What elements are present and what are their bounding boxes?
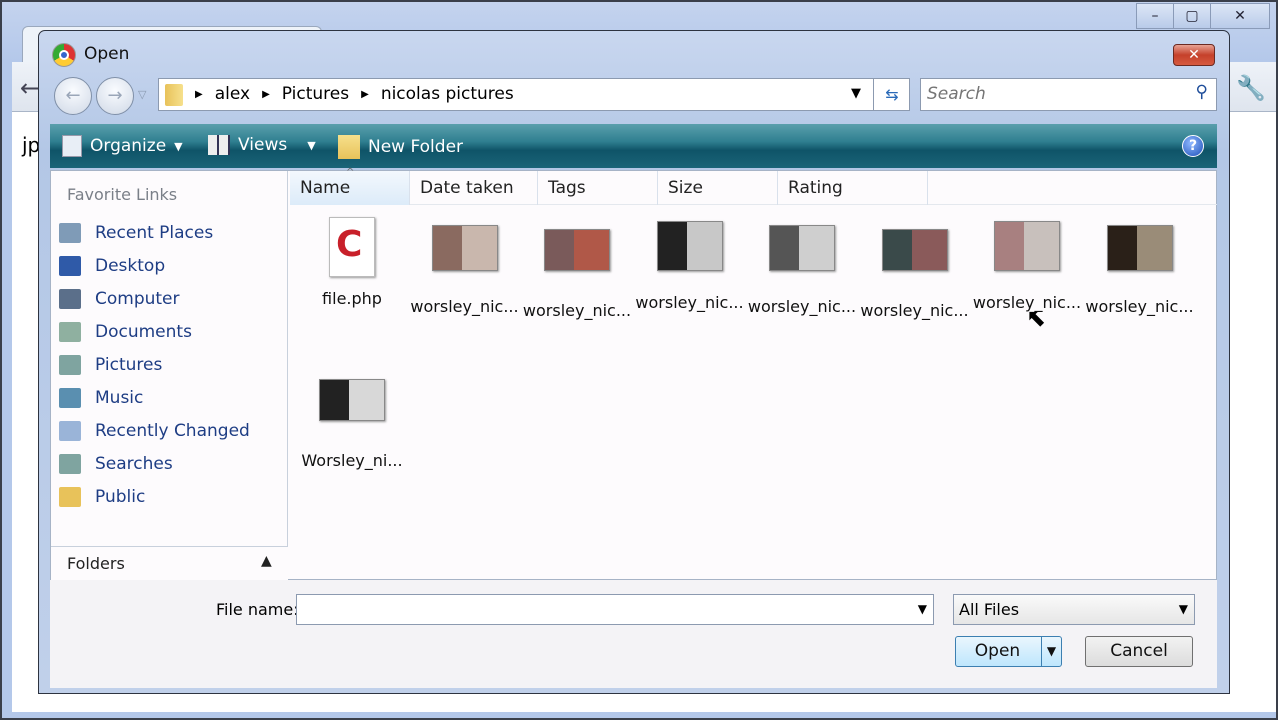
help-icon[interactable]: ? <box>1182 135 1204 157</box>
php-file-icon: C <box>329 217 375 277</box>
file-item[interactable]: worsley_nic... <box>746 217 858 316</box>
column-size[interactable]: Size <box>658 171 778 205</box>
search-box[interactable]: ⚲ <box>920 78 1217 111</box>
views-icon <box>208 135 230 155</box>
public-icon <box>59 487 81 507</box>
image-thumbnail <box>544 229 610 271</box>
cancel-button[interactable]: Cancel <box>1085 636 1193 667</box>
sidebar-item-recently-changed[interactable]: Recently Changed <box>59 416 250 446</box>
organize-icon <box>62 135 82 157</box>
forward-button[interactable]: → <box>96 77 134 115</box>
file-item[interactable]: worsley_nic... <box>971 217 1083 312</box>
open-button[interactable]: Open ▼ <box>955 636 1062 667</box>
file-name: worsley_nic... <box>522 301 632 320</box>
file-item[interactable]: Worsley_ni... <box>296 367 408 470</box>
sidebar-item-searches[interactable]: Searches <box>59 449 173 479</box>
sidebar-item-music[interactable]: Music <box>59 383 143 413</box>
search-icon[interactable]: ⚲ <box>1196 82 1208 102</box>
file-name: worsley_nic... <box>747 297 857 316</box>
file-type-select[interactable]: All Files ▼ <box>953 594 1195 625</box>
file-name: worsley_nic... <box>635 293 744 312</box>
image-thumbnail <box>881 229 948 271</box>
new-folder-icon <box>338 135 360 159</box>
image-thumbnail <box>656 221 723 271</box>
recently-changed-icon <box>59 421 81 441</box>
desktop-icon <box>59 256 81 276</box>
searches-icon <box>59 454 81 474</box>
music-icon <box>59 388 81 408</box>
content-area: Favorite Links Recent Places Desktop Compu… <box>50 167 1217 580</box>
folders-toggle[interactable]: Folders ▲ <box>51 546 288 580</box>
sidebar-item-computer[interactable]: Computer <box>59 284 180 314</box>
image-thumbnail <box>994 221 1060 271</box>
new-folder-button[interactable]: New Folder <box>338 135 463 159</box>
image-thumbnail <box>1106 225 1173 271</box>
sidebar-item-documents[interactable]: Documents <box>59 317 192 347</box>
image-thumbnail <box>319 379 385 421</box>
recent-pages-chevron-icon[interactable]: ▽ <box>138 88 146 101</box>
navigation-pane: Favorite Links Recent Places Desktop Compu… <box>51 171 288 546</box>
file-type-dropdown-icon: ▼ <box>1178 602 1188 616</box>
file-item[interactable]: worsley_nic... <box>634 217 746 312</box>
refresh-button[interactable]: ⇆ <box>873 79 910 110</box>
open-options-dropdown-icon[interactable]: ▼ <box>1041 637 1061 666</box>
command-toolbar: Organize ▼ Views ▼ New Folder ? <box>50 124 1217 168</box>
recent-places-icon <box>59 223 81 243</box>
column-tags[interactable]: Tags <box>538 171 658 205</box>
folder-icon <box>165 84 183 106</box>
mouse-cursor-icon: ⬉ <box>1026 304 1047 332</box>
column-header: Name ^ Date taken Tags Size Rating <box>290 167 1217 205</box>
dialog-title: Open <box>84 44 130 64</box>
search-input[interactable] <box>927 79 1177 108</box>
column-date-taken[interactable]: Date taken <box>410 171 538 205</box>
chevron-up-icon[interactable]: ▲ <box>261 553 272 569</box>
chrome-icon <box>52 43 76 67</box>
file-name: file.php <box>322 289 382 308</box>
file-name-label: File name: <box>216 600 299 619</box>
maximize-button[interactable]: ▢ <box>1173 3 1211 29</box>
file-name: Worsley_ni... <box>301 451 403 470</box>
computer-icon <box>59 289 81 309</box>
sidebar-item-desktop[interactable]: Desktop <box>59 251 165 281</box>
wrench-icon[interactable]: 🔧 <box>1236 74 1266 102</box>
crumb-pictures[interactable]: Pictures <box>282 84 349 104</box>
address-bar[interactable]: ▶ alex ▶ Pictures ▶ nicolas pictures ▼ ⇆ <box>158 78 910 111</box>
sort-ascending-icon: ^ <box>346 167 355 178</box>
views-button[interactable]: Views ▼ <box>208 135 316 155</box>
organize-button[interactable]: Organize ▼ <box>62 135 183 157</box>
favorite-links-heading: Favorite Links <box>67 185 178 204</box>
file-item[interactable]: worsley_nic... <box>859 217 971 320</box>
dialog-close-button[interactable]: ✕ <box>1173 44 1215 66</box>
sidebar-item-recent-places[interactable]: Recent Places <box>59 218 213 248</box>
file-item[interactable]: worsley_nic... <box>521 217 633 320</box>
minimize-button[interactable]: – <box>1136 3 1174 29</box>
close-window-button[interactable]: ✕ <box>1210 3 1270 29</box>
image-thumbnail <box>769 225 835 271</box>
file-item[interactable]: Cfile.php <box>296 217 408 308</box>
file-name-input[interactable]: ▼ <box>296 594 934 625</box>
bottom-panel: File name: ▼ All Files ▼ Open ▼ Cancel <box>50 580 1217 688</box>
sidebar-item-public[interactable]: Public <box>59 482 145 512</box>
back-button[interactable]: ← <box>54 77 92 115</box>
folders-label: Folders <box>67 554 125 573</box>
documents-icon <box>59 322 81 342</box>
file-name: worsley_nic... <box>1085 297 1194 316</box>
file-name: worsley_nic... <box>410 297 519 316</box>
sidebar-item-pictures[interactable]: Pictures <box>59 350 162 380</box>
file-item[interactable]: worsley_nic... <box>409 217 521 316</box>
file-item[interactable]: worsley_nic... <box>1084 217 1196 316</box>
pictures-icon <box>59 355 81 375</box>
file-name-dropdown-icon[interactable]: ▼ <box>918 602 927 616</box>
crumb-alex[interactable]: alex <box>215 84 250 104</box>
image-thumbnail <box>431 225 498 271</box>
file-name: worsley_nic... <box>860 301 969 320</box>
address-dropdown-icon[interactable]: ▼ <box>851 86 861 101</box>
crumb-nicolas-pictures[interactable]: nicolas pictures <box>381 84 514 104</box>
column-rating[interactable]: Rating <box>778 171 928 205</box>
